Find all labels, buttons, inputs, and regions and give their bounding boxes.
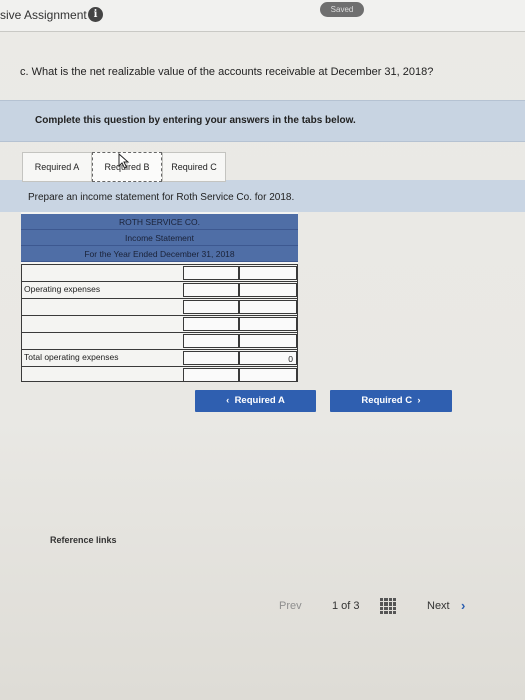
pager-count: 1 of 3 <box>332 600 360 612</box>
question-text: c. What is the net realizable value of t… <box>20 66 434 78</box>
next-button-label: Required C <box>361 395 413 406</box>
total-input[interactable] <box>239 283 297 297</box>
chevron-right-icon[interactable]: › <box>461 598 465 613</box>
statement-row: Total operating expenses 0 <box>21 349 298 365</box>
statement-name: Income Statement <box>21 230 298 246</box>
total-input[interactable] <box>239 334 297 348</box>
assignment-title: sive Assignment <box>0 8 87 22</box>
statement-company: ROTH SERVICE CO. <box>21 214 298 230</box>
page: sive Assignment i Saved c. What is the n… <box>0 0 525 700</box>
amount-input[interactable] <box>183 368 239 382</box>
instructions-box: Complete this question by entering your … <box>0 100 525 142</box>
amount-input[interactable] <box>183 266 239 280</box>
tab-required-a[interactable]: Required A <box>22 152 92 182</box>
next-required-c-button[interactable]: Required C › <box>330 390 452 412</box>
prepare-instruction: Prepare an income statement for Roth Ser… <box>28 192 295 203</box>
row-label[interactable]: Operating expenses <box>24 282 100 297</box>
saved-badge: Saved <box>320 2 364 17</box>
total-input[interactable] <box>239 300 297 314</box>
top-bar: sive Assignment i Saved <box>0 0 525 32</box>
instructions-text: Complete this question by entering your … <box>35 115 356 126</box>
amount-input[interactable] <box>183 283 239 297</box>
total-input[interactable]: 0 <box>239 351 297 365</box>
amount-input[interactable] <box>183 351 239 365</box>
row-label: Total operating expenses <box>24 352 119 362</box>
pager-next[interactable]: Next <box>427 600 450 612</box>
statement-row <box>21 366 298 382</box>
statement-row <box>21 298 298 314</box>
mouse-cursor-icon <box>118 153 130 169</box>
info-icon[interactable]: i <box>88 7 103 22</box>
income-statement: ROTH SERVICE CO. Income Statement For th… <box>21 212 298 382</box>
total-input[interactable] <box>239 368 297 382</box>
statement-row <box>21 264 298 280</box>
grid-icon[interactable] <box>380 598 396 614</box>
reference-links[interactable]: Reference links <box>50 535 117 545</box>
amount-input[interactable] <box>183 300 239 314</box>
prev-required-a-button[interactable]: ‹ Required A <box>195 390 316 412</box>
statement-period: For the Year Ended December 31, 2018 <box>21 246 298 262</box>
pager-prev[interactable]: Prev <box>279 600 302 612</box>
statement-row <box>21 315 298 331</box>
total-value: 0 <box>288 354 293 364</box>
total-input[interactable] <box>239 266 297 280</box>
prev-button-label: Required A <box>234 395 285 406</box>
chevron-left-icon: ‹ <box>226 395 230 406</box>
amount-input[interactable] <box>183 334 239 348</box>
total-input[interactable] <box>239 317 297 331</box>
statement-row <box>21 332 298 348</box>
chevron-right-icon: › <box>417 395 421 406</box>
amount-input[interactable] <box>183 317 239 331</box>
tab-required-c[interactable]: Required C <box>162 152 226 182</box>
statement-row: Operating expenses <box>21 281 298 297</box>
